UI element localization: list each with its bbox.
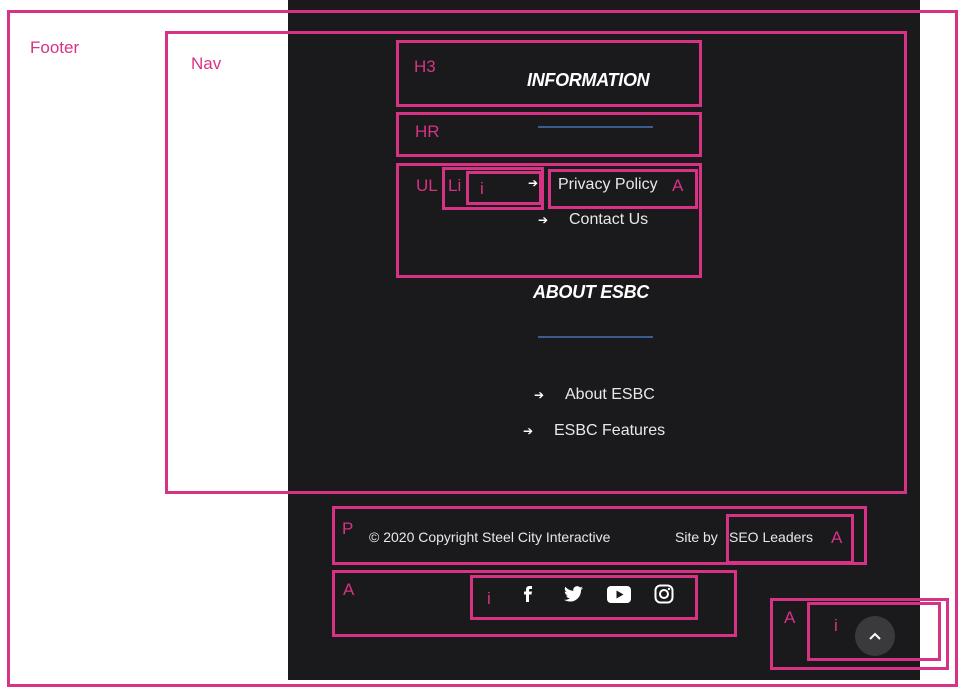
footer-tag: Footer xyxy=(30,38,80,57)
about-esbc-link[interactable]: About ESBC xyxy=(565,386,655,404)
arrow-right-icon: ➔ xyxy=(538,213,549,227)
information-rule xyxy=(538,126,653,128)
seo-leaders-link[interactable]: SEO Leaders xyxy=(729,529,813,545)
social-i-tag: i xyxy=(487,589,491,608)
twitter-icon[interactable] xyxy=(560,581,586,607)
nav-tag: Nav xyxy=(191,54,222,73)
privacy-policy-link[interactable]: Privacy Policy xyxy=(558,176,658,194)
youtube-icon[interactable] xyxy=(606,581,632,607)
about-heading: ABOUT ESBC xyxy=(533,282,650,302)
esbc-features-link[interactable]: ESBC Features xyxy=(554,422,665,440)
site-by-text: Site by xyxy=(675,529,718,545)
top-a-tag: A xyxy=(784,608,796,627)
site-by-a-tag: A xyxy=(831,528,843,547)
p-tag: P xyxy=(342,519,354,538)
ul-tag: UL xyxy=(416,176,438,195)
back-to-top-button[interactable] xyxy=(855,616,895,656)
arrow-right-icon: ➔ xyxy=(523,424,534,438)
h3-tag: H3 xyxy=(414,57,436,76)
top-i-tag: i xyxy=(834,616,838,635)
arrow-right-icon: ➔ xyxy=(528,176,539,190)
social-a-tag: A xyxy=(343,580,355,599)
li-tag: Li xyxy=(448,176,462,195)
information-heading: INFORMATION xyxy=(527,70,650,90)
i-tag: i xyxy=(480,179,484,198)
chevron-up-icon xyxy=(869,632,881,640)
hr-box xyxy=(396,112,702,157)
instagram-icon[interactable] xyxy=(651,581,677,607)
copyright-text: © 2020 Copyright Steel City Interactive xyxy=(369,529,611,545)
hr-tag: HR xyxy=(415,122,440,141)
a-tag: A xyxy=(672,176,684,195)
about-rule xyxy=(538,336,653,338)
arrow-right-icon: ➔ xyxy=(534,388,545,402)
contact-us-link[interactable]: Contact Us xyxy=(569,211,648,229)
facebook-icon[interactable] xyxy=(515,581,541,607)
